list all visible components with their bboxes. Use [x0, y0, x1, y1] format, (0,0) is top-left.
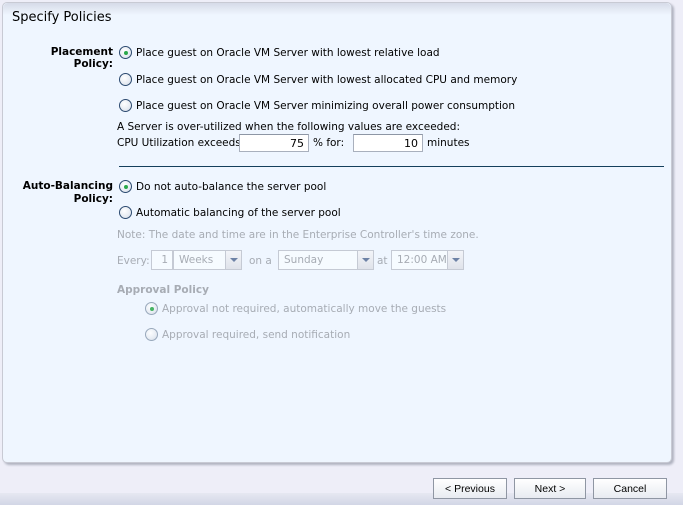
minutes-label: minutes — [427, 137, 470, 149]
cpu-utilization-input[interactable]: 75 — [239, 134, 309, 152]
wizard-panel: Specify Policies Placement Policy: Place… — [2, 2, 672, 463]
chevron-down-icon — [451, 258, 460, 262]
day-dropdown-button[interactable] — [357, 250, 374, 270]
on-a-label: on a — [249, 255, 272, 267]
radio-checked-icon[interactable] — [119, 180, 132, 193]
cancel-button[interactable]: Cancel — [593, 478, 667, 499]
chevron-down-icon — [229, 258, 238, 262]
minutes-input[interactable]: 10 — [353, 134, 423, 152]
percent-for-label: % for: — [313, 137, 345, 149]
placement-policy-label: Placement Policy: — [50, 46, 113, 70]
placement-option-power[interactable]: Place guest on Oracle VM Server minimizi… — [119, 99, 515, 112]
previous-button[interactable]: < Previous — [433, 478, 507, 499]
period-unit-select[interactable]: Weeks — [173, 250, 226, 270]
placement-option-lowest-cpu-memory[interactable]: Place guest on Oracle VM Server with low… — [119, 73, 517, 86]
time-select[interactable]: 12:00 AM — [391, 250, 448, 270]
every-label: Every: — [117, 255, 150, 267]
approval-option-not-required[interactable]: Approval not required, automatically mov… — [145, 302, 446, 315]
cpu-utilization-label: CPU Utilization exceeds: — [117, 137, 245, 149]
chevron-down-icon — [361, 258, 370, 262]
at-label: at — [377, 255, 388, 267]
placement-option-label: Place guest on Oracle VM Server with low… — [136, 73, 518, 86]
auto-balance-option-automatic[interactable]: Automatic balancing of the server pool — [119, 206, 341, 219]
approval-option-label: Approval not required, automatically mov… — [162, 302, 447, 315]
approval-option-label: Approval required, send notification — [162, 328, 351, 341]
every-count-input[interactable]: 1 — [151, 250, 173, 270]
auto-balance-option-label: Automatic balancing of the server pool — [136, 206, 341, 219]
time-dropdown-button[interactable] — [447, 250, 464, 270]
auto-balancing-label-line1: Auto-Balancing — [22, 180, 113, 192]
auto-balance-option-label: Do not auto-balance the server pool — [136, 180, 327, 193]
radio-unchecked-icon[interactable] — [145, 328, 158, 341]
period-unit-dropdown-button[interactable] — [225, 250, 242, 270]
auto-balancing-label-line2: Policy: — [73, 193, 113, 205]
placement-option-label: Place guest on Oracle VM Server with low… — [136, 46, 440, 59]
radio-checked-icon[interactable] — [145, 302, 158, 315]
day-select[interactable]: Sunday — [278, 250, 358, 270]
auto-balancing-label: Auto-Balancing Policy: — [11, 180, 113, 206]
over-utilized-note: A Server is over-utilized when the follo… — [117, 121, 460, 133]
placement-option-label: Place guest on Oracle VM Server minimizi… — [136, 99, 515, 112]
radio-unchecked-icon[interactable] — [119, 99, 132, 112]
approval-option-required[interactable]: Approval required, send notification — [145, 328, 350, 341]
auto-balance-option-none[interactable]: Do not auto-balance the server pool — [119, 180, 326, 193]
section-divider — [119, 166, 664, 167]
page-title: Specify Policies — [12, 10, 112, 25]
next-button[interactable]: Next > — [514, 478, 586, 499]
placement-option-lowest-load[interactable]: Place guest on Oracle VM Server with low… — [119, 46, 440, 59]
radio-unchecked-icon[interactable] — [119, 206, 132, 219]
radio-unchecked-icon[interactable] — [119, 73, 132, 86]
radio-checked-icon[interactable] — [119, 46, 132, 59]
approval-policy-heading: Approval Policy — [117, 284, 209, 296]
timezone-note: Note: The date and time are in the Enter… — [117, 229, 479, 241]
